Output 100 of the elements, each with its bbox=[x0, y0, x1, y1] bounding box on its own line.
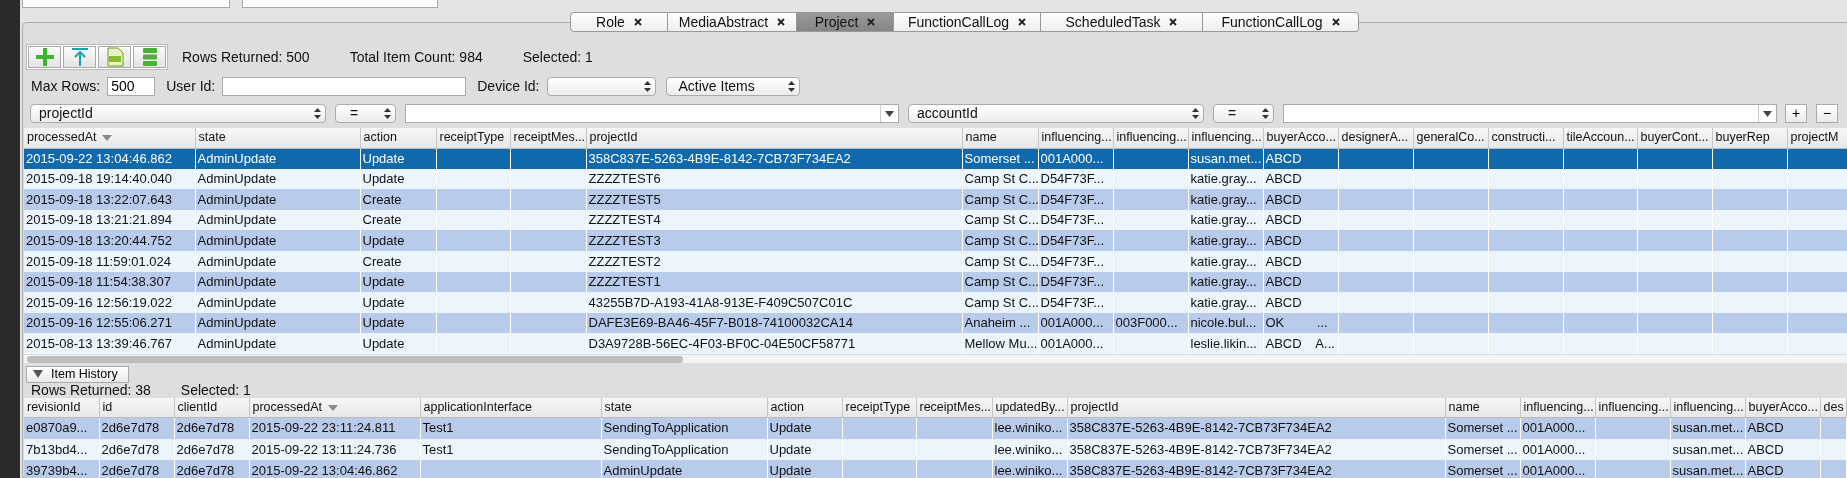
table-cell: AdminUpdate bbox=[195, 292, 360, 313]
column-header[interactable]: applicationInterface bbox=[420, 397, 601, 418]
table-row[interactable]: 2015-09-18 19:14:40.040 AdminUpdate Update ZZZZTEST6 Camp St C...D54F73F... katie.gray... ABCD bbox=[24, 168, 1847, 190]
column-header[interactable]: id bbox=[99, 397, 174, 418]
caret-icon bbox=[885, 110, 894, 117]
tab[interactable]: Project bbox=[797, 12, 894, 32]
csv-button[interactable] bbox=[98, 46, 131, 68]
column-header[interactable]: receiptMes... bbox=[916, 397, 992, 418]
column-header[interactable]: receiptType bbox=[436, 128, 510, 148]
field-label: User Id: bbox=[166, 77, 216, 96]
column-header[interactable]: clientId bbox=[174, 397, 249, 418]
column-header[interactable]: projectM bbox=[1787, 128, 1847, 148]
column-header[interactable]: influencing... bbox=[1595, 397, 1670, 418]
table-cell: Somerset ... bbox=[1445, 460, 1520, 478]
table-cell: AdminUpdate bbox=[195, 189, 360, 210]
table-row[interactable]: 2015-08-13 13:39:46.767 AdminUpdate Update D3A9728B-56EC-4F03-BF0C-04E50CF58771 Mellow Mu... 001A000... leslie.likin... ABCD A... bbox=[24, 333, 1847, 354]
updown-arrow-icon bbox=[314, 108, 321, 119]
table-row[interactable]: 39739b4... 2d6e7d78 2d6e7d78 2015-09-22 13:04:46.862 AdminUpdate Update lee.winiko... 358C837E-5263-4B9E-8142-7CB73F734EA2 Somerset ... 001A000... susan.met... ABCD bbox=[24, 460, 1846, 478]
list-button[interactable] bbox=[133, 46, 166, 68]
table-row[interactable]: e0870a9... 2d6e7d78 2d6e7d78 2015-09-22 23:11:24.811 Test1 SendingToApplication Update lee.winiko... 358C837E-5263-4B9E-8142-7CB73F734EA2 Somerset ... 001A000... susan.met... ABCD bbox=[24, 417, 1846, 439]
column-header[interactable]: designerA... bbox=[1338, 128, 1413, 148]
tab[interactable]: ScheduledTask bbox=[1041, 12, 1203, 32]
column-header[interactable]: name bbox=[962, 128, 1038, 148]
input-field[interactable]: 500 bbox=[107, 77, 156, 96]
table-row[interactable]: 2015-09-16 12:55:06.271 AdminUpdate Update DAFE3E69-BA46-45F7-B018-74100032CA14 Anaheim ... 001A000... 003F000... nicole.bul... OK ... bbox=[24, 312, 1847, 334]
table-cell: Camp St C... bbox=[962, 250, 1038, 272]
column-header[interactable]: influencing... bbox=[1188, 128, 1263, 148]
dropdown[interactable]: = bbox=[335, 104, 396, 123]
table-cell: AdminUpdate bbox=[601, 460, 767, 478]
combo-field[interactable] bbox=[405, 104, 899, 123]
table-cell: SendingToApplication bbox=[601, 417, 767, 439]
tab[interactable]: Role bbox=[570, 12, 668, 32]
table-cell: 2015-09-18 13:22:07.643 bbox=[24, 189, 195, 210]
column-header[interactable]: influencing... bbox=[1520, 397, 1595, 418]
dropdown[interactable] bbox=[546, 77, 656, 96]
upload-icon bbox=[69, 47, 90, 67]
column-header[interactable]: name bbox=[1445, 397, 1520, 418]
column-header[interactable]: projectId bbox=[1067, 397, 1445, 418]
table-cell: Update bbox=[767, 460, 842, 478]
table-cell: Camp St C... bbox=[962, 292, 1038, 313]
column-header[interactable]: buyerCont... bbox=[1637, 128, 1712, 148]
column-header[interactable]: revisionId bbox=[24, 397, 99, 418]
table-cell: Somerset ... bbox=[1445, 417, 1520, 439]
combo-field[interactable] bbox=[1283, 104, 1777, 123]
remove-filter-button[interactable]: − bbox=[1816, 104, 1838, 123]
column-header[interactable]: state bbox=[601, 397, 767, 418]
scrollbar-thumb[interactable] bbox=[27, 355, 683, 363]
table-cell: ABCD bbox=[1263, 148, 1338, 169]
upload-button[interactable] bbox=[63, 46, 96, 68]
column-header[interactable]: buyerRep bbox=[1712, 128, 1787, 148]
table-row[interactable]: 2015-09-18 13:22:07.643 AdminUpdate Create ZZZZTEST5 Camp St C...D54F73F... katie.gray... ABCD bbox=[24, 189, 1847, 210]
dropdown[interactable]: = bbox=[1213, 104, 1274, 123]
column-header[interactable]: receiptMes... bbox=[510, 128, 586, 148]
table-row[interactable]: 2015-09-18 11:54:38.307 AdminUpdate Update ZZZZTEST1 Camp St C...D54F73F... katie.gray... ABCD bbox=[24, 271, 1847, 293]
column-header[interactable]: buyerAcco... bbox=[1263, 128, 1338, 148]
column-header[interactable]: constructi... bbox=[1488, 128, 1563, 148]
status-text: Selected: 1 bbox=[522, 47, 593, 67]
table-cell: 2015-08-13 13:39:46.767 bbox=[24, 333, 195, 354]
tab[interactable]: FunctionCallLog bbox=[894, 12, 1041, 32]
item-history-toggle[interactable]: Item History bbox=[26, 365, 129, 383]
table-row[interactable]: 2015-09-18 11:59:01.024 AdminUpdate Create ZZZZTEST2 Camp St C...D54F73F... katie.gray... ABCD bbox=[24, 250, 1847, 272]
dropdown[interactable]: accountId bbox=[908, 104, 1204, 123]
table-row[interactable]: 2015-09-22 13:04:46.862 AdminUpdate Update 358C837E-5263-4B9E-8142-7CB73F734EA2 Somerset ... 001A000... susan.met... ABCD bbox=[24, 148, 1847, 169]
field-label: Max Rows: bbox=[31, 77, 101, 96]
column-header[interactable]: influencing... bbox=[1038, 128, 1113, 148]
input-field[interactable] bbox=[222, 77, 467, 96]
column-header[interactable]: projectId bbox=[586, 128, 962, 148]
add-filter-button[interactable]: + bbox=[1785, 104, 1807, 123]
column-header[interactable]: generalCo... bbox=[1413, 128, 1488, 148]
column-header[interactable]: action bbox=[767, 397, 842, 418]
column-header[interactable]: action bbox=[360, 128, 436, 148]
tab[interactable]: FunctionCallLog bbox=[1203, 12, 1359, 32]
column-title: processedAt bbox=[27, 130, 97, 145]
add-button[interactable] bbox=[28, 46, 61, 68]
table-row[interactable]: 2015-09-16 12:56:19.022 AdminUpdate Update 43255B7D-A193-41A8-913E-F409C507C01C Camp St C...D54F73F... katie.gray... ABCD bbox=[24, 292, 1847, 313]
table-row[interactable]: 2015-09-18 13:20:44.752 AdminUpdate Update ZZZZTEST3 Camp St C...D54F73F... katie.gray... ABCD bbox=[24, 230, 1847, 251]
column-header[interactable]: receiptType bbox=[842, 397, 916, 418]
status-text: Rows Returned: 500 bbox=[182, 47, 310, 67]
column-header[interactable]: influencing... bbox=[1113, 128, 1188, 148]
table-cell: D54F73F... bbox=[1038, 250, 1113, 272]
updown-arrow-icon bbox=[1262, 108, 1269, 119]
table-row[interactable]: 7b13bd4... 2d6e7d78 2d6e7d78 2015-09-22 13:11:24.736 Test1 SendingToApplication Update lee.winiko... 358C837E-5263-4B9E-8142-7CB73F734EA2 Somerset ... 001A000... susan.met... ABCD bbox=[24, 438, 1846, 461]
column-header[interactable]: processedAt bbox=[249, 397, 420, 418]
column-header[interactable]: tileAccoun... bbox=[1563, 128, 1637, 148]
column-header[interactable]: des bbox=[1820, 397, 1846, 418]
column-header[interactable]: state bbox=[195, 128, 360, 148]
column-header[interactable]: buyerAcco... bbox=[1745, 397, 1820, 418]
column-header[interactable]: updatedBy... bbox=[992, 397, 1067, 418]
column-header[interactable]: influencing... bbox=[1670, 397, 1745, 418]
scrollbar[interactable] bbox=[24, 353, 1847, 363]
tab[interactable]: MediaAbstract bbox=[668, 12, 797, 32]
dropdown[interactable]: projectId bbox=[30, 104, 326, 123]
table-row[interactable]: 2015-09-18 13:21:21.894 AdminUpdate Create ZZZZTEST4 Camp St C...D54F73F... katie.gray... ABCD bbox=[24, 209, 1847, 231]
dropdown[interactable]: Active Items bbox=[665, 77, 800, 96]
column-header[interactable]: processedAt bbox=[24, 128, 195, 148]
table-cell: ABCD bbox=[1263, 292, 1338, 313]
table-cell: AdminUpdate bbox=[195, 148, 360, 169]
table-cell: 2d6e7d78 bbox=[174, 417, 249, 439]
table-cell: 2015-09-16 12:56:19.022 bbox=[24, 292, 195, 313]
table-cell: katie.gray... bbox=[1188, 250, 1263, 272]
